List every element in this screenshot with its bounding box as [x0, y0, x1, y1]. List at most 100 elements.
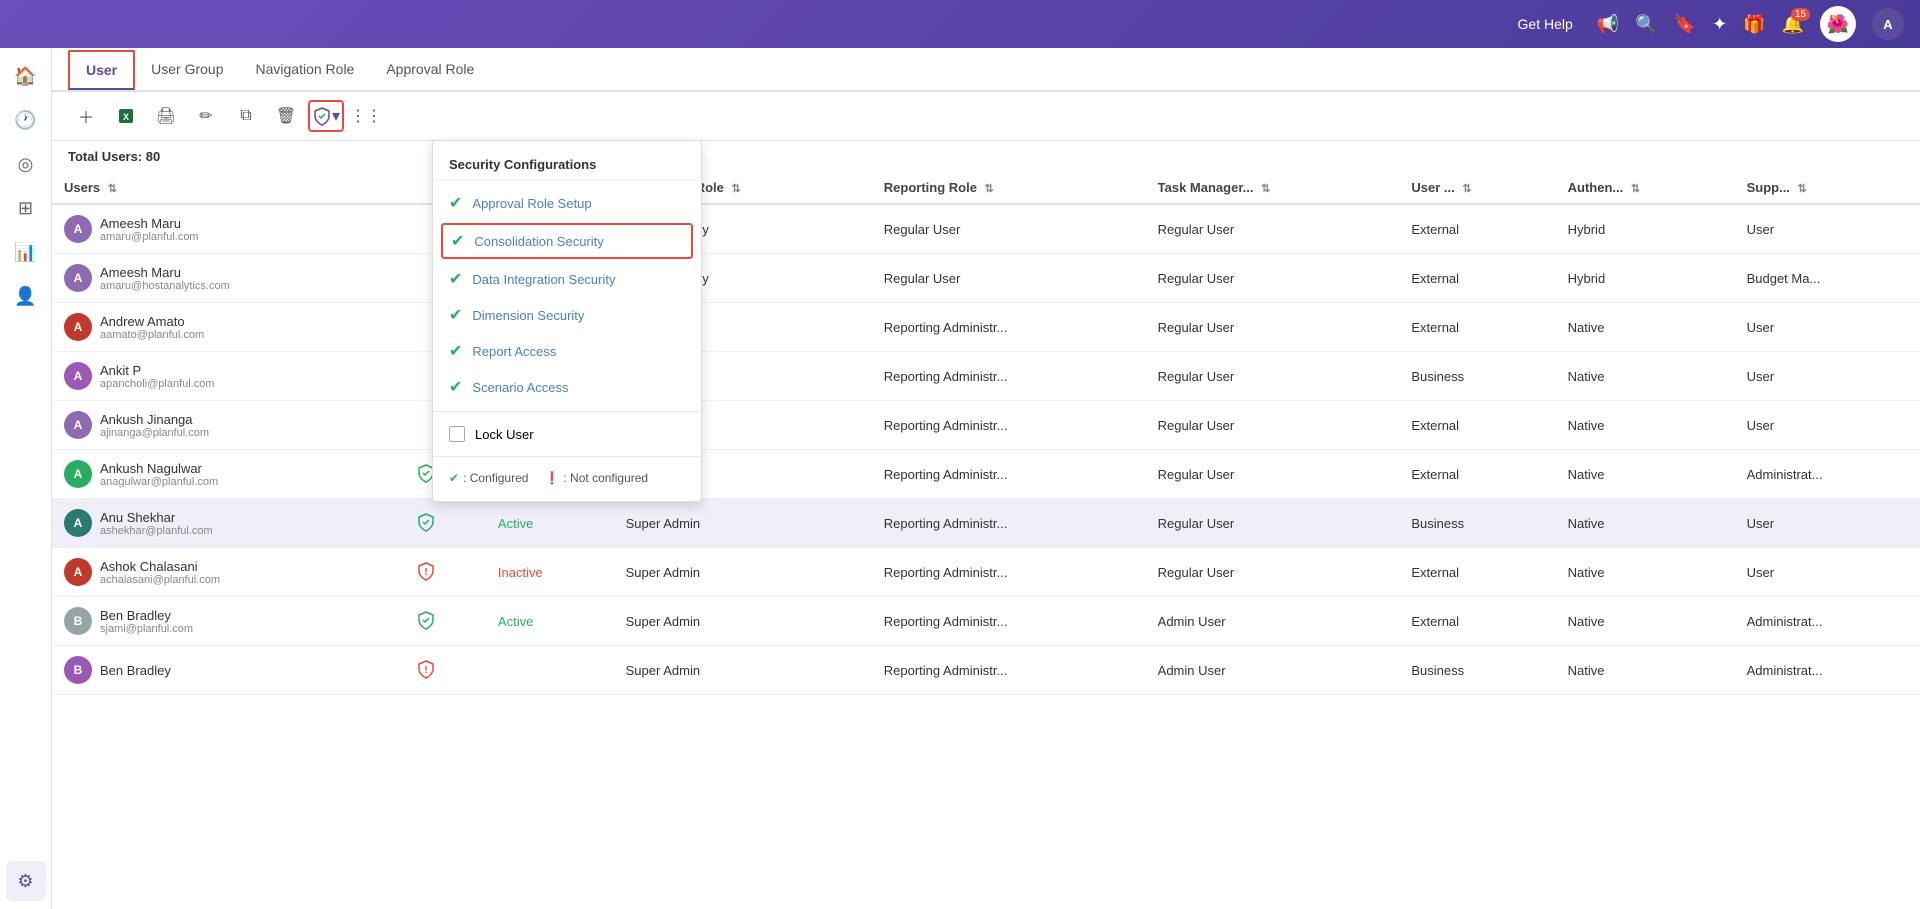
- dropdown-legend: ✔ : Configured ❗ : Not configured: [433, 463, 701, 493]
- sidebar-grid-icon[interactable]: ⊞: [6, 188, 46, 228]
- compass-icon[interactable]: ✦: [1712, 14, 1727, 35]
- user-email: ashekhar@planful.com: [100, 525, 213, 537]
- col-user-type[interactable]: User ... ⇅: [1399, 172, 1555, 204]
- reporting-role-cell: Reporting Administr...: [872, 303, 1146, 352]
- dropdown-item-dimension[interactable]: ✔ Dimension Security: [433, 297, 701, 333]
- total-users-text: Total Users: 80: [68, 149, 160, 164]
- support-cell: Budget Ma...: [1735, 254, 1920, 303]
- search-icon[interactable]: 🔍: [1635, 14, 1657, 35]
- dropdown-item-data-integration[interactable]: ✔ Data Integration Security: [433, 261, 701, 297]
- user-name: Ben Bradley: [100, 663, 171, 678]
- user-cell: A Ameesh Maru amaru@hostanalytics.com: [52, 254, 404, 303]
- tab-user[interactable]: User: [68, 50, 135, 90]
- table-row[interactable]: B Ben Bradley ! Super Admin Reporting Ad…: [52, 646, 1920, 695]
- table-row[interactable]: B Ben Bradley sjami@planful.com Active S…: [52, 597, 1920, 646]
- tab-bar: User User Group Navigation Role Approval…: [52, 48, 1920, 92]
- dropdown-item-report-access[interactable]: ✔ Report Access: [433, 333, 701, 369]
- table-row[interactable]: A Ankit P apancholi@planful.com Super Ad…: [52, 352, 1920, 401]
- lock-user-checkbox[interactable]: [449, 426, 465, 442]
- auth-cell: Native: [1556, 646, 1735, 695]
- task-manager-cell: Regular User: [1146, 548, 1400, 597]
- user-type-cell: External: [1399, 204, 1555, 254]
- col-reporting-role[interactable]: Reporting Role ⇅: [872, 172, 1146, 204]
- table-row[interactable]: A Ashok Chalasani achalasani@planful.com…: [52, 548, 1920, 597]
- auth-cell: Native: [1556, 597, 1735, 646]
- sidebar-chart-icon[interactable]: 📊: [6, 232, 46, 272]
- status-badge: Inactive: [498, 565, 543, 580]
- sidebar-clock-icon[interactable]: 🕐: [6, 100, 46, 140]
- excel-button[interactable]: X: [108, 100, 144, 132]
- tab-navigation-role[interactable]: Navigation Role: [240, 51, 371, 89]
- table-header-row: Users ⇅ Navigation Role ⇅ Reporting Role…: [52, 172, 1920, 204]
- dropdown-item-consolidation[interactable]: ✔ Consolidation Security: [441, 223, 693, 259]
- user-avatar[interactable]: A: [1872, 8, 1904, 40]
- col-users[interactable]: Users ⇅: [52, 172, 404, 204]
- status-badge: Active: [498, 516, 533, 531]
- user-email: amaru@hostanalytics.com: [100, 280, 230, 292]
- check-icon-dimension: ✔: [449, 305, 462, 325]
- dropdown-item-lock-user[interactable]: Lock User: [433, 418, 701, 450]
- reporting-role-cell: Reporting Administr...: [872, 548, 1146, 597]
- tab-user-group[interactable]: User Group: [135, 51, 239, 89]
- table-row[interactable]: A Ameesh Maru amaru@hostanalytics.com Mo…: [52, 254, 1920, 303]
- bookmark-icon[interactable]: 🔖: [1674, 14, 1696, 35]
- col-support[interactable]: Supp... ⇅: [1735, 172, 1920, 204]
- sidebar-settings-icon[interactable]: ⚙: [6, 861, 46, 901]
- delete-button[interactable]: 🗑: [268, 100, 304, 132]
- megaphone-icon[interactable]: 📢: [1597, 14, 1619, 35]
- check-icon-report: ✔: [449, 341, 462, 361]
- planful-logo-avatar[interactable]: 🌺: [1820, 6, 1856, 42]
- table-container[interactable]: Users ⇅ Navigation Role ⇅ Reporting Role…: [52, 172, 1920, 909]
- reporting-role-cell: Reporting Administr...: [872, 646, 1146, 695]
- total-users: Total Users: 80: [52, 141, 1920, 172]
- dropdown-item-scenario[interactable]: ✔ Scenario Access: [433, 369, 701, 405]
- table-row[interactable]: A Ankush Nagulwar anagulwar@planful.com …: [52, 450, 1920, 499]
- support-cell: Administrat...: [1735, 450, 1920, 499]
- task-manager-cell: Regular User: [1146, 204, 1400, 254]
- dropdown-item-approval-role[interactable]: ✔ Approval Role Setup: [433, 185, 701, 221]
- table-row[interactable]: A Ameesh Maru amaru@planful.com Modeling…: [52, 204, 1920, 254]
- sidebar-target-icon[interactable]: ◎: [6, 144, 46, 184]
- security-button[interactable]: ▾: [308, 100, 344, 132]
- col-task-manager[interactable]: Task Manager... ⇅: [1146, 172, 1400, 204]
- sidebar-home-icon[interactable]: 🏠: [6, 56, 46, 96]
- print-button[interactable]: 🖨: [148, 100, 184, 132]
- user-name: Ankit P: [100, 363, 215, 378]
- gift-icon[interactable]: 🎁: [1743, 14, 1765, 35]
- avatar: A: [64, 558, 92, 586]
- get-help-label[interactable]: Get Help: [1518, 16, 1573, 32]
- dropdown-label-report: Report Access: [472, 344, 556, 359]
- notification-icon[interactable]: 🔔 15: [1782, 14, 1804, 35]
- dropdown-label-consolidation: Consolidation Security: [474, 234, 603, 249]
- sidebar-person-icon[interactable]: 👤: [6, 276, 46, 316]
- user-email: anagulwar@planful.com: [100, 476, 218, 488]
- dropdown-title: Security Configurations: [433, 149, 701, 181]
- user-name: Andrew Amato: [100, 314, 204, 329]
- auth-cell: Native: [1556, 548, 1735, 597]
- avatar: A: [64, 313, 92, 341]
- table-row[interactable]: A Ankush Jinanga ajinanga@planful.com Su…: [52, 401, 1920, 450]
- user-cell: A Andrew Amato aamato@planful.com: [52, 303, 404, 352]
- more-settings-button[interactable]: ⋮⋮: [348, 100, 384, 132]
- user-email: achalasani@planful.com: [100, 574, 220, 586]
- col-auth[interactable]: Authen... ⇅: [1556, 172, 1735, 204]
- table-row[interactable]: A Andrew Amato aamato@planful.com Super …: [52, 303, 1920, 352]
- add-button[interactable]: ＋: [68, 100, 104, 132]
- user-cell: A Ashok Chalasani achalasani@planful.com: [52, 548, 404, 597]
- navigation-role-cell: Super Admin: [614, 499, 872, 548]
- avatar: A: [64, 411, 92, 439]
- user-email: aamato@planful.com: [100, 329, 204, 341]
- tab-approval-role[interactable]: Approval Role: [370, 51, 490, 89]
- copy-button[interactable]: ⧉: [228, 100, 264, 132]
- user-type-cell: Business: [1399, 646, 1555, 695]
- table-row[interactable]: A Anu Shekhar ashekhar@planful.com Activ…: [52, 499, 1920, 548]
- task-manager-cell: Regular User: [1146, 499, 1400, 548]
- navigation-role-cell: Super Admin: [614, 548, 872, 597]
- avatar: A: [64, 460, 92, 488]
- edit-button[interactable]: ✏: [188, 100, 224, 132]
- avatar: A: [64, 215, 92, 243]
- navigation-role-cell: Super Admin: [614, 597, 872, 646]
- table-body: A Ameesh Maru amaru@planful.com Modeling…: [52, 204, 1920, 695]
- user-cell: A Ameesh Maru amaru@planful.com: [52, 204, 404, 254]
- legend-warn-icon: ❗: [544, 471, 559, 485]
